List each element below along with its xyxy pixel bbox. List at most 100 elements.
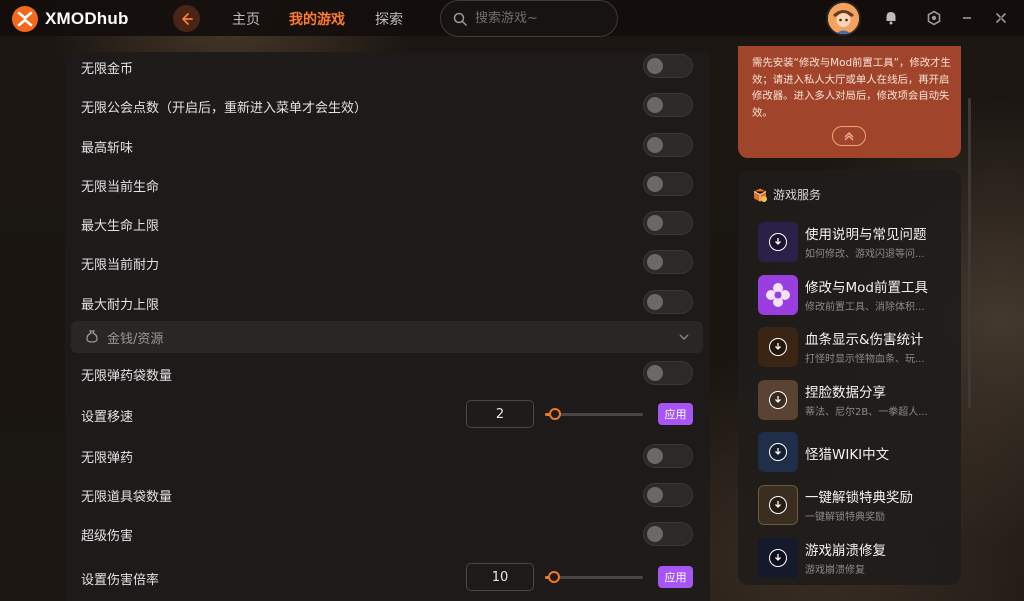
top-bar: XMODhub 主页 我的游戏 探索 [0,0,1024,37]
service-subtitle: 打怪时显示怪物血条、玩... [805,354,925,365]
move-speed-slider[interactable] [545,408,643,420]
setting-row-slider: 设置移速 应用 [65,398,710,437]
nav-explore[interactable]: 探索 [375,9,403,29]
damage-multiplier-slider[interactable] [545,571,643,583]
setting-row-slider: 设置伤害倍率 应用 [65,556,710,595]
download-icon [769,443,787,461]
toggle-switch[interactable] [643,290,693,314]
service-subtitle: 一键解锁特典奖励 [805,512,885,523]
setting-row: 无限当前生命 [65,170,710,209]
download-icon [769,549,787,567]
settings-hexagon-icon[interactable] [925,9,943,27]
service-title: 修改与Mod前置工具 [805,280,928,296]
setting-row: 最大生命上限 [65,209,710,248]
download-icon [769,233,787,251]
setting-label: 最大生命上限 [81,219,160,234]
move-speed-input[interactable] [466,400,534,428]
setting-label: 无限金币 [81,62,134,77]
service-subtitle: 修改前置工具、消除体积... [805,302,925,313]
service-item[interactable]: 修改与Mod前置工具 修改前置工具、消除体积... [758,275,958,319]
service-item[interactable]: 捏脸数据分享 蒂法、尼尔2B、一拳超人... [758,380,958,424]
apply-button[interactable]: 应用 [658,403,693,425]
setting-row: 无限公会点数（开启后，重新进入菜单才会生效） [65,91,710,130]
money-bag-icon [86,330,98,343]
notification-bell-icon[interactable] [882,9,900,27]
setting-label: 无限弹药 [81,451,134,466]
search-icon [453,12,467,26]
setting-row: 最高斩味 [65,131,710,170]
setting-label: 设置移速 [81,410,134,425]
apply-button[interactable]: 应用 [658,566,693,588]
setting-label: 最大耐力上限 [81,298,160,313]
close-window-icon[interactable] [992,9,1010,27]
service-item[interactable]: 怪猎WIKI中文 [758,432,958,476]
game-services-panel: 游戏服务 使用说明与常见问题 如何修改、游戏闪退等问... 修改与Mod前置工具… [738,170,961,585]
setting-row: 无限金币 [65,52,710,91]
toggle-switch[interactable] [643,250,693,274]
service-item[interactable]: 使用说明与常见问题 如何修改、游戏闪退等问... [758,222,958,266]
search-box[interactable] [440,0,618,37]
chevron-down-icon [679,334,689,340]
toggle-switch[interactable] [643,522,693,546]
service-item[interactable]: 游戏崩溃修复 游戏崩溃修复 [758,538,958,582]
minimize-icon[interactable] [958,9,976,27]
service-thumbnail [758,380,798,420]
nav-my-games[interactable]: 我的游戏 [289,9,345,29]
notice-card: 需先安装“修改与Mod前置工具”，修改才生效；请进入私人大厅或单人在线后，再开启… [738,46,961,158]
xmod-logo-icon [12,6,38,32]
services-header: 游戏服务 [752,186,821,203]
download-icon [769,496,787,514]
service-title: 怪猎WIKI中文 [805,447,890,463]
avatar[interactable] [826,1,861,36]
setting-row: 超级伤害 [65,515,710,554]
services-title: 游戏服务 [773,188,822,202]
service-title: 游戏崩溃修复 [805,543,886,559]
back-button[interactable] [173,5,200,32]
service-thumbnail [758,432,798,472]
setting-label: 设置伤害倍率 [81,573,160,588]
toggle-switch[interactable] [643,483,693,507]
toggle-switch[interactable] [643,361,693,385]
setting-label: 最高斩味 [81,141,134,156]
slider-thumb[interactable] [548,408,561,420]
service-subtitle: 蒂法、尼尔2B、一拳超人... [805,407,928,418]
toggle-switch[interactable] [643,444,693,468]
section-label: 金钱/资源 [107,332,164,347]
toggle-switch[interactable] [643,211,693,235]
search-input[interactable] [475,11,605,26]
service-subtitle: 游戏崩溃修复 [805,565,865,576]
service-item[interactable]: 一键解锁特典奖励 一键解锁特典奖励 [758,485,958,529]
service-thumbnail [758,538,798,578]
download-icon [769,338,787,356]
damage-multiplier-input[interactable] [466,563,534,591]
slider-thumb[interactable] [547,571,560,583]
service-title: 捏脸数据分享 [805,385,886,401]
service-thumbnail [758,485,798,525]
settings-panel: 无限金币 无限公会点数（开启后，重新进入菜单才会生效） 最高斩味 无限当前生命 … [65,52,710,601]
gear-flower-icon [766,283,790,307]
notice-text: 需先安装“修改与Mod前置工具”，修改才生效；请进入私人大厅或单人在线后，再开启… [752,57,951,119]
toggle-switch[interactable] [643,93,693,117]
toggle-switch[interactable] [643,54,693,78]
setting-label: 无限弹药袋数量 [81,369,173,384]
collapse-notice-button[interactable] [832,126,866,146]
service-title: 血条显示&伤害统计 [805,332,924,348]
toggle-switch[interactable] [643,133,693,157]
chevron-up-icon [844,132,854,141]
app-name: XMODhub [45,9,129,28]
service-thumbnail [758,222,798,262]
setting-label: 超级伤害 [81,529,134,544]
service-item[interactable]: 血条显示&伤害统计 打怪时显示怪物血条、玩... [758,327,958,371]
arrow-left-icon [181,12,193,25]
service-thumbnail [758,275,798,315]
toggle-switch[interactable] [643,172,693,196]
scrollbar[interactable] [968,98,971,408]
download-icon [769,391,787,409]
setting-label: 无限公会点数（开启后，重新进入菜单才会生效） [81,101,368,116]
setting-label: 无限当前耐力 [81,258,160,273]
nav-home[interactable]: 主页 [232,9,260,29]
cube-icon [753,188,767,202]
section-money-resources[interactable]: 金钱/资源 [71,321,703,353]
app-logo[interactable]: XMODhub [12,6,129,32]
setting-row: 无限弹药 [65,437,710,476]
